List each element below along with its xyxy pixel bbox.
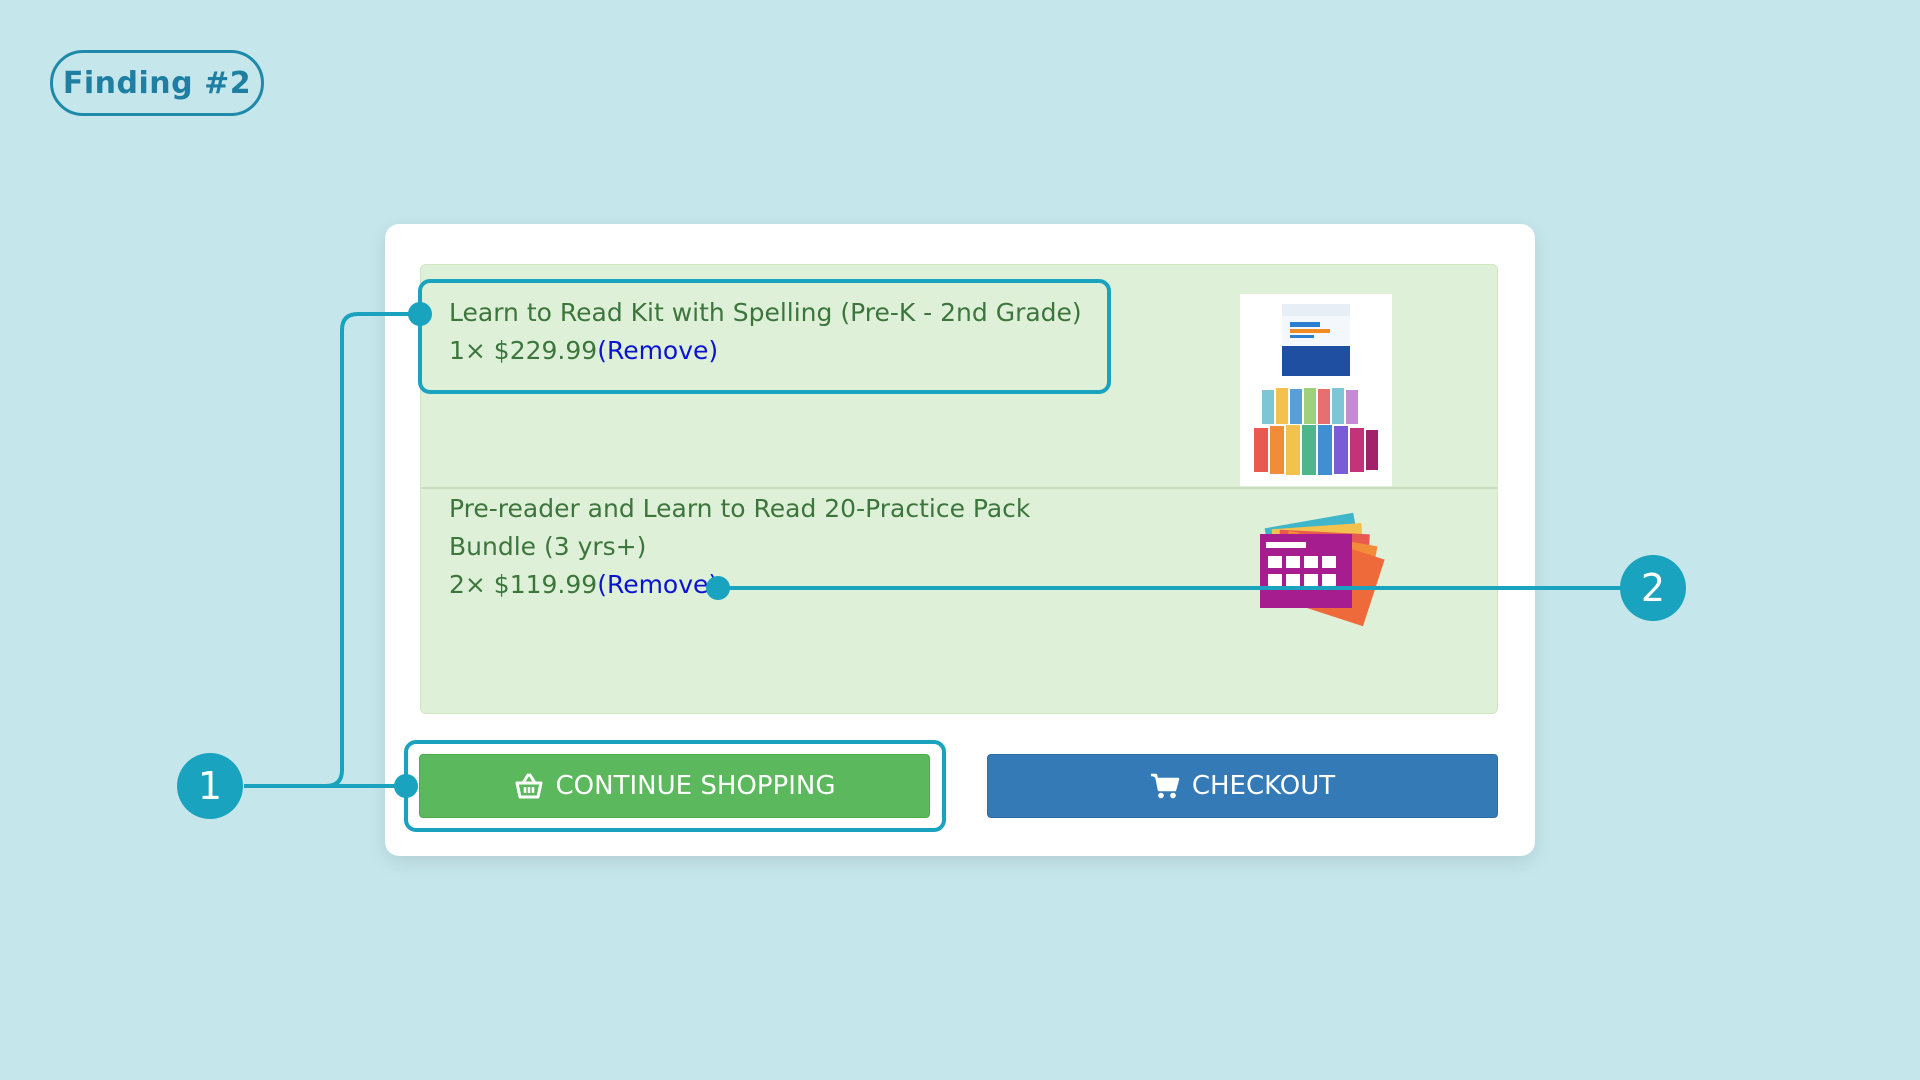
- annotation-layer: 1 2: [177, 279, 1686, 832]
- callout-1-highlight-item: [418, 279, 1111, 394]
- callout-1-dot-button: [394, 774, 418, 798]
- callout-2-number: 2: [1641, 566, 1665, 610]
- callout-2-dot: [706, 576, 730, 600]
- callout-1-dot-item: [408, 302, 432, 326]
- callout-1-highlight-button: [404, 740, 946, 832]
- callout-1-number: 1: [198, 764, 222, 808]
- callout-1-connector: [244, 312, 420, 788]
